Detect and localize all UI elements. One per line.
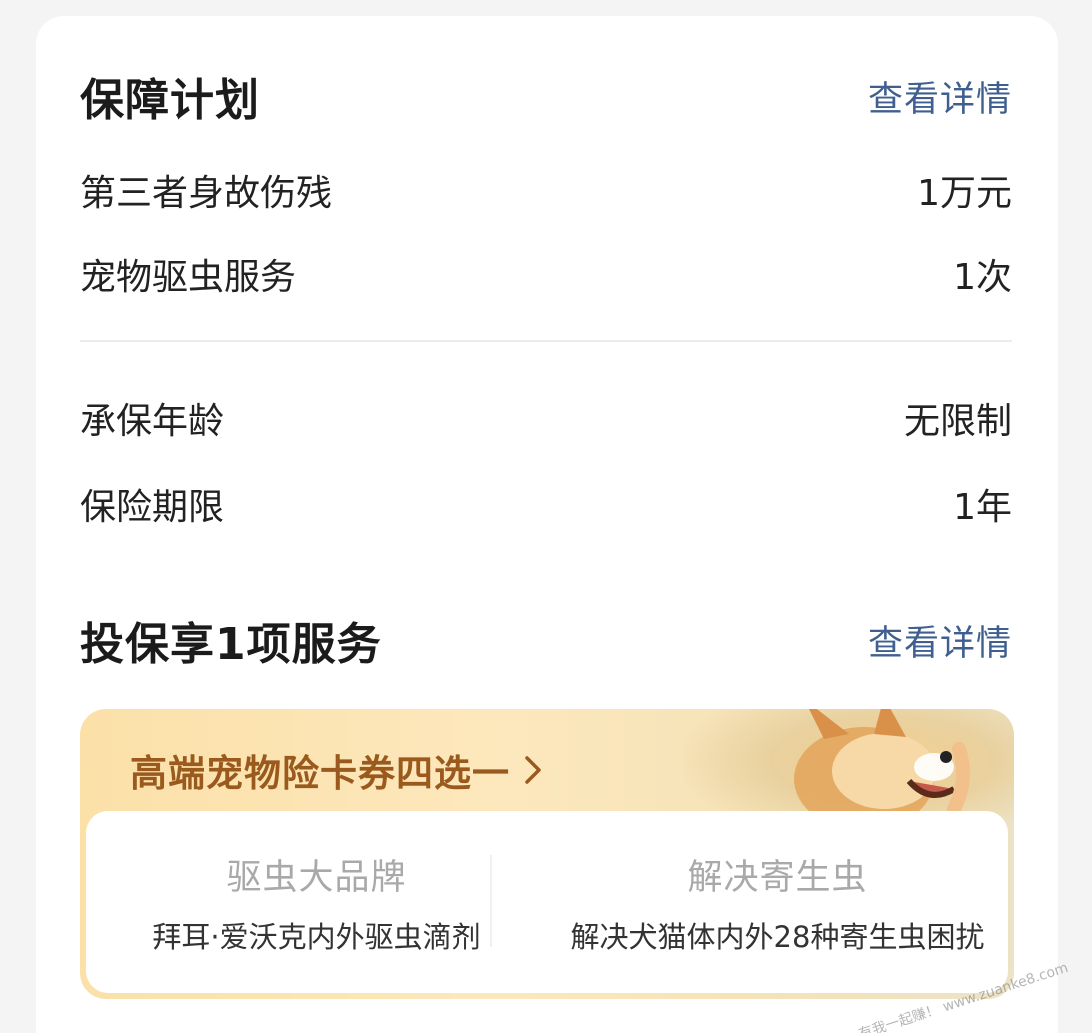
row-label: 保险期限 <box>80 487 225 528</box>
services-detail-link[interactable]: 查看详情 <box>868 615 1012 666</box>
row-value: 无限制 <box>903 401 1012 442</box>
plan-row-term: 保险期限 1年 <box>80 478 1012 530</box>
row-label: 承保年龄 <box>80 401 225 442</box>
chevron-right-icon <box>525 756 541 784</box>
plan-header: 保障计划 查看详情 <box>80 64 1012 128</box>
benefit-title: 驱虫大品牌 <box>226 857 407 898</box>
row-value: 1次 <box>953 257 1012 298</box>
plan-title: 保障计划 <box>80 75 260 126</box>
plan-row-deworming: 宠物驱虫服务 1次 <box>80 248 1012 300</box>
promo-title-text: 高端宠物险卡券四选一 <box>130 752 510 795</box>
services-header: 投保享1项服务 查看详情 <box>80 608 1012 672</box>
benefit-divider <box>490 855 492 947</box>
benefit-desc: 解决犬猫体内外28种寄生虫困扰 <box>570 919 985 954</box>
services-title: 投保享1项服务 <box>80 619 382 670</box>
benefit-title: 解决寄生虫 <box>687 857 868 898</box>
promo-banner[interactable]: 高端宠物险卡券四选一 驱虫大品牌 拜耳·爱沃克内外驱虫滴剂 解决寄生虫 解决犬猫… <box>80 709 1014 999</box>
plan-card: 保障计划 查看详情 第三者身故伤残 1万元 宠物驱虫服务 1次 承保年龄 无限制… <box>36 16 1058 1033</box>
divider <box>80 340 1012 342</box>
benefit-item: 驱虫大品牌 拜耳·爱沃克内外驱虫滴剂 <box>86 811 547 993</box>
row-value: 1万元 <box>917 173 1012 214</box>
plan-detail-link[interactable]: 查看详情 <box>868 71 1012 122</box>
benefit-item: 解决寄生虫 解决犬猫体内外28种寄生虫困扰 <box>547 811 1008 993</box>
benefits-panel: 驱虫大品牌 拜耳·爱沃克内外驱虫滴剂 解决寄生虫 解决犬猫体内外28种寄生虫困扰 <box>86 811 1008 993</box>
row-label: 第三者身故伤残 <box>80 173 333 214</box>
row-value: 1年 <box>953 487 1012 528</box>
benefit-desc: 拜耳·爱沃克内外驱虫滴剂 <box>152 919 481 954</box>
row-label: 宠物驱虫服务 <box>80 257 297 298</box>
promo-title: 高端宠物险卡券四选一 <box>130 743 542 797</box>
plan-row-third-party: 第三者身故伤残 1万元 <box>80 164 1012 216</box>
plan-row-age: 承保年龄 无限制 <box>80 392 1012 444</box>
